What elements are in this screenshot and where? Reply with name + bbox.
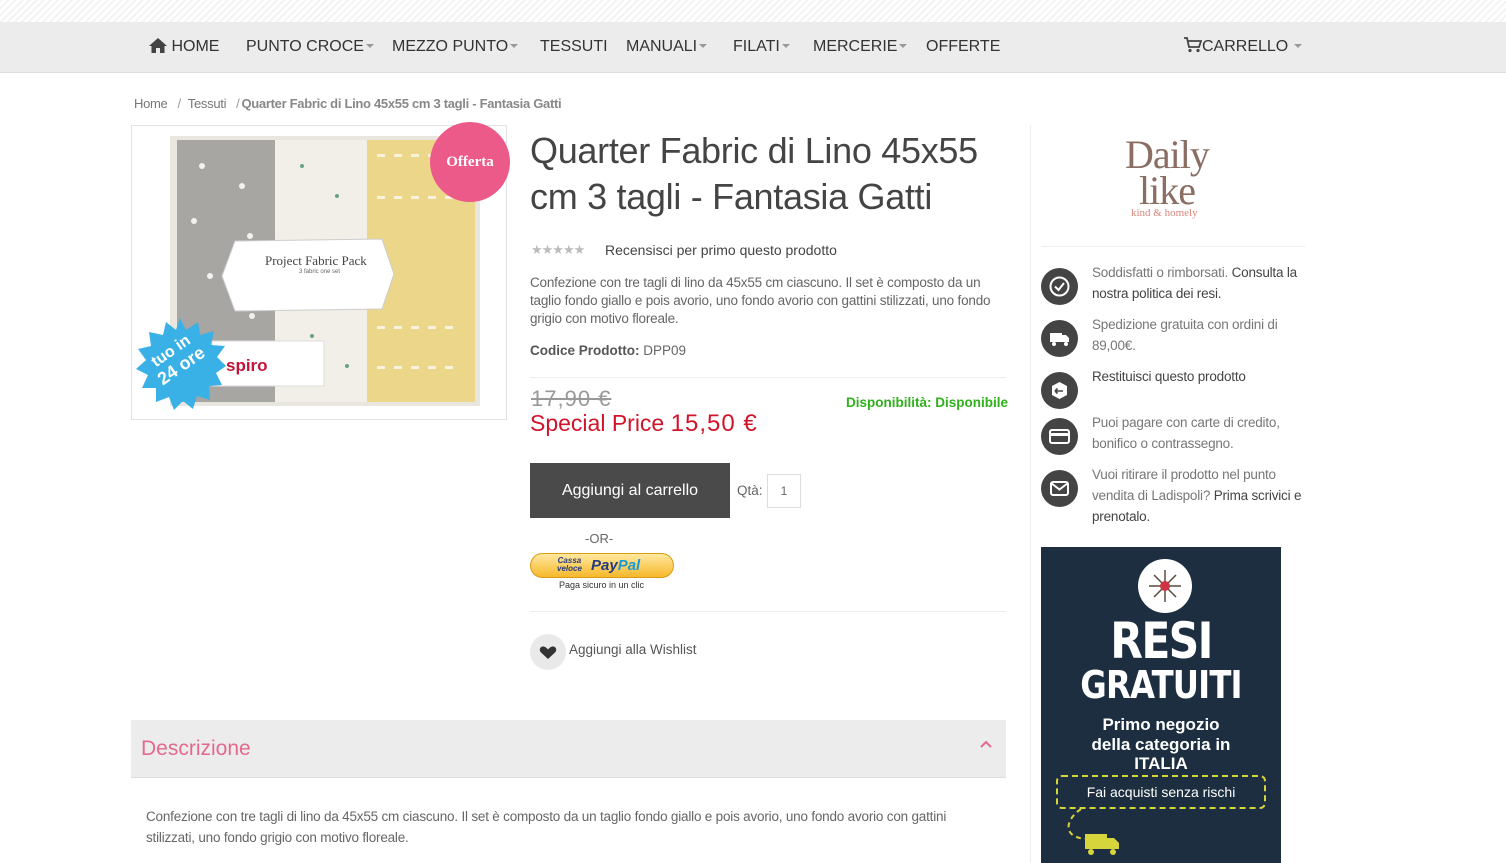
chevron-down-icon	[1294, 43, 1303, 48]
special-price-label: Special Price	[530, 410, 665, 436]
nav-label: MERCERIE	[813, 38, 898, 55]
envelope-icon	[1041, 470, 1078, 507]
feature-text: Spedizione gratuita con ordini di 89,00€…	[1092, 317, 1278, 353]
nav-label: FILATI	[733, 38, 780, 55]
delivery-stamp: tuo in 24 ore	[134, 318, 226, 410]
nav-cart-label: CARRELLO	[1202, 38, 1289, 55]
paypal-fast-label: Cassa veloce	[557, 556, 582, 573]
credit-card-icon	[1041, 418, 1078, 455]
nav-mercerie[interactable]: MERCERIE	[813, 22, 908, 72]
banner-headline-1: RESI	[1110, 612, 1213, 670]
or-separator: -OR-	[585, 531, 614, 546]
breadcrumb-current: Quarter Fabric di Lino 45x55 cm 3 tagli …	[241, 96, 562, 111]
home-icon	[149, 38, 167, 53]
breadcrumb-separator: /	[177, 96, 181, 111]
chevron-down-icon	[899, 43, 908, 48]
free-returns-banner[interactable]: RESI GRATUITI Primo negozio della catego…	[1041, 547, 1281, 863]
top-decorative-strip	[0, 0, 1506, 22]
description-text: Confezione con tre tagli di lino da 45x5…	[146, 809, 947, 845]
product-sku: Codice Prodotto: DPP09	[530, 343, 686, 358]
breadcrumb-category[interactable]: Tessuti	[188, 96, 227, 111]
special-price-value: 15,50 €	[670, 410, 758, 437]
nav-home-label: HOME	[171, 38, 220, 55]
truck-icon	[1041, 320, 1078, 357]
short-description: Confezione con tre tagli di lino da 45x5…	[530, 275, 991, 326]
availability: Disponibilità: Disponibile	[846, 395, 1008, 410]
divider	[1041, 246, 1305, 247]
old-price: 17,90 €	[531, 386, 612, 411]
nav-tessuti[interactable]: TESSUTI	[540, 22, 608, 72]
nav-offerte[interactable]: OFFERTE	[926, 22, 1000, 72]
nav-manuali[interactable]: MANUALI	[626, 22, 708, 72]
description-tab[interactable]: Descrizione	[131, 720, 1006, 778]
nav-label: MANUALI	[626, 38, 698, 55]
main-navbar: HOME PUNTO CROCE MEZZO PUNTO TESSUTI MAN…	[0, 22, 1506, 73]
description-tab-label: Descrizione	[141, 737, 251, 760]
return-box-icon	[1041, 372, 1078, 409]
add-to-cart-button[interactable]: Aggiungi al carrello	[530, 463, 730, 518]
qty-label: Qtà:	[737, 483, 763, 498]
sku-label: Codice Prodotto:	[530, 343, 640, 358]
pack-subtitle: 3 fabric one set	[299, 269, 341, 275]
return-product-link[interactable]: Restituisci questo prodotto	[1092, 369, 1246, 384]
brand-logo[interactable]: Daily like kind & homely	[1125, 135, 1235, 225]
paypal-checkout-button[interactable]: Cassa veloce PayPal	[530, 553, 674, 578]
banner-cta-text: Fai acquisti senza rischi	[1086, 784, 1236, 800]
pack-title: Project Fabric Pack	[265, 253, 367, 268]
sidebar-divider	[1030, 125, 1031, 863]
qty-input[interactable]	[767, 474, 801, 508]
heart-icon	[539, 646, 557, 659]
nav-cart[interactable]: CARRELLO	[1184, 22, 1303, 72]
chevron-down-icon	[781, 43, 790, 48]
cart-icon	[1184, 37, 1203, 53]
nav-filati[interactable]: FILATI	[733, 22, 790, 72]
nav-punto-croce[interactable]: PUNTO CROCE	[246, 22, 374, 72]
feature-text: Vuoi ritirare il prodotto nel punto vend…	[1092, 467, 1302, 524]
feature-text: Puoi pagare con carte di credito, bonifi…	[1092, 415, 1280, 451]
paypal-tagline: Paga sicuro in un clic	[559, 580, 645, 590]
feature-text: Soddisfatti o rimborsati. Consulta la no…	[1092, 265, 1297, 301]
offerta-badge: Offerta	[430, 122, 510, 202]
sku-value: DPP09	[643, 343, 687, 358]
wishlist-button[interactable]	[530, 634, 566, 670]
logo-line2: like	[1139, 168, 1196, 213]
product-title: Quarter Fabric di Lino 45x55 cm 3 tagli …	[530, 130, 978, 217]
chevron-down-icon	[365, 43, 374, 48]
divider	[530, 377, 1006, 378]
divider	[530, 611, 1006, 612]
nav-label: PUNTO CROCE	[246, 38, 364, 55]
breadcrumb-separator: /	[236, 96, 240, 111]
availability-value: Disponibile	[935, 395, 1009, 410]
check-icon	[1041, 268, 1078, 305]
nav-home[interactable]: HOME	[149, 22, 219, 72]
logo-tagline: kind & homely	[1131, 207, 1198, 219]
breadcrumb: Home / Tessuti / Quarter Fabric di Lino 45x5…	[134, 96, 562, 111]
chevron-down-icon	[699, 43, 708, 48]
special-price: Special Price 15,50 €	[530, 410, 758, 438]
banner-headline-2: GRATUITI	[1080, 663, 1242, 707]
availability-label: Disponibilità:	[846, 395, 932, 410]
feature-text: Restituisci questo prodotto	[1092, 366, 1307, 387]
chevron-up-icon	[980, 740, 992, 748]
nav-label: OFFERTE	[926, 38, 1001, 55]
banner-subtitle: Primo negozio della categoria in ITALIA	[1091, 715, 1231, 773]
nav-label: MEZZO PUNTO	[392, 38, 509, 55]
breadcrumb-home[interactable]: Home	[134, 96, 168, 111]
nav-label: TESSUTI	[540, 38, 608, 55]
chevron-down-icon	[510, 43, 519, 48]
paypal-logo: PayPal	[591, 557, 641, 574]
wishlist-link[interactable]: Aggiungi alla Wishlist	[569, 642, 697, 657]
rating-stars: ★★★★★	[531, 242, 585, 257]
nav-mezzo-punto[interactable]: MEZZO PUNTO	[392, 22, 519, 72]
review-link[interactable]: Recensisci per primo questo prodotto	[605, 242, 837, 258]
